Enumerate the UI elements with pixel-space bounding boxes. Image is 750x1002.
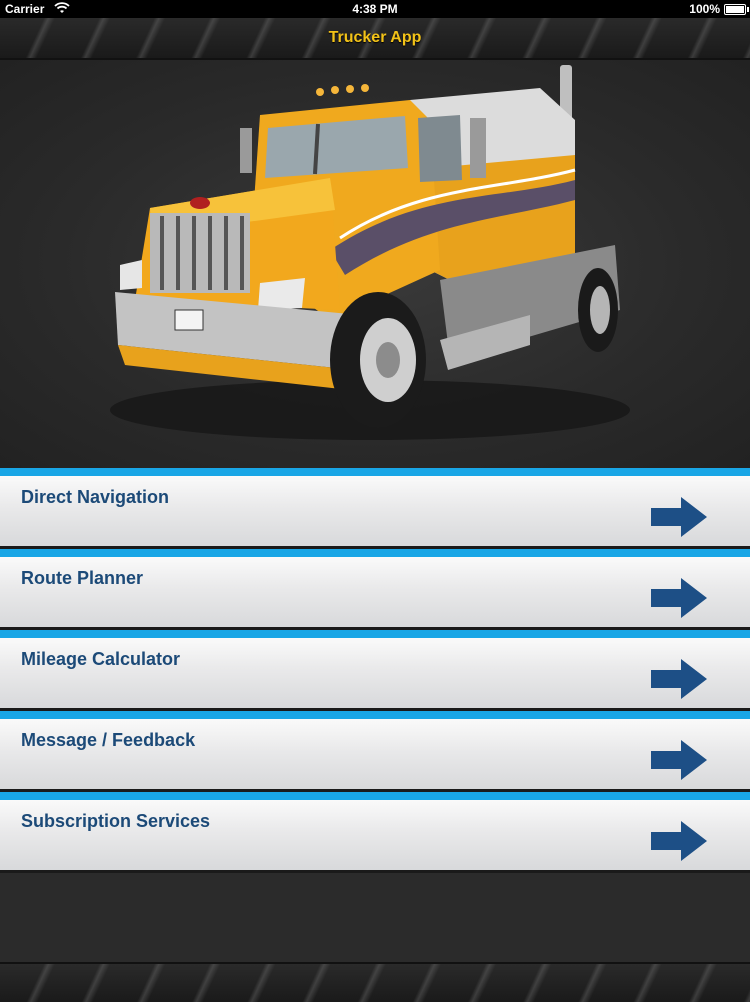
menu-item-panel[interactable]: Direct Navigation <box>0 476 750 549</box>
menu-item-label: Subscription Services <box>21 811 211 831</box>
arrow-right-icon <box>651 578 707 618</box>
menu-item-label: Direct Navigation <box>21 487 170 507</box>
menu-item-panel[interactable]: Route Planner <box>0 557 750 630</box>
app-title: Trucker App <box>328 29 422 46</box>
arrow-right-icon <box>651 497 707 537</box>
menu-item-direct-navigation[interactable]: Direct Navigation <box>0 468 750 549</box>
arrow-right-icon <box>651 740 707 780</box>
menu-item-panel[interactable]: Mileage Calculator <box>0 638 750 711</box>
menu-item-panel[interactable]: Message / Feedback <box>0 719 750 792</box>
menu-item-accent <box>0 468 750 476</box>
menu-item-message-feedback[interactable]: Message / Feedback <box>0 711 750 792</box>
nav-bar: Trucker App <box>0 18 750 60</box>
menu-item-route-planner[interactable]: Route Planner <box>0 549 750 630</box>
menu-item-label: Message / Feedback <box>21 730 196 750</box>
menu-item-accent <box>0 630 750 638</box>
battery-percent: 100% <box>689 2 720 16</box>
battery-icon <box>724 4 749 15</box>
menu-item-mileage-calculator[interactable]: Mileage Calculator <box>0 630 750 711</box>
menu-item-accent <box>0 549 750 557</box>
menu-item-accent <box>0 792 750 800</box>
menu-item-label: Mileage Calculator <box>21 649 181 669</box>
clock: 4:38 PM <box>352 2 398 16</box>
menu-item-label: Route Planner <box>21 568 144 588</box>
menu-item-subscription-services[interactable]: Subscription Services <box>0 792 750 873</box>
arrow-right-icon <box>651 659 707 699</box>
semi-truck-image <box>0 60 750 468</box>
bottom-toolbar <box>0 962 750 1002</box>
menu-item-accent <box>0 711 750 719</box>
main-menu: Direct Navigation Route Planner Mileage … <box>0 468 750 873</box>
status-bar: Carrier 4:38 PM 100% <box>0 0 750 18</box>
arrow-right-icon <box>651 821 707 861</box>
menu-item-panel[interactable]: Subscription Services <box>0 800 750 873</box>
